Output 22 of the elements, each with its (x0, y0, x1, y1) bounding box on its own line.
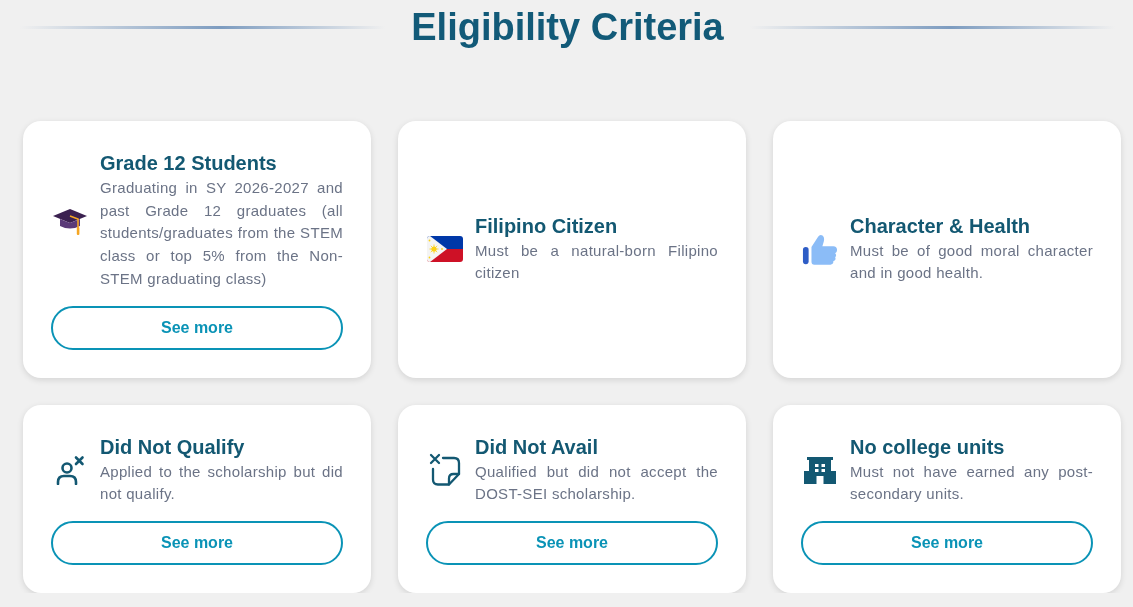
building-icon (804, 456, 836, 484)
card-title: Did Not Avail (475, 434, 599, 459)
note-x-icon (429, 453, 461, 488)
card-title: Filipino Citizen (475, 213, 619, 238)
card-description: Applied to the scholarship but did not qualify. (100, 461, 343, 505)
card-description: Must not have earned any post-secondary units. (850, 461, 1093, 505)
person-x-icon (55, 455, 85, 486)
flag-icon (427, 236, 463, 263)
card-description: Graduating in SY 2026-2027 and past Grade 12 graduates (all students/graduates from the STEM class or top 5% from the Non-STEM graduating class) (100, 178, 343, 289)
card-title: Grade 12 Students (100, 151, 278, 175)
card-title: No college units (850, 434, 1006, 459)
see-more-button[interactable]: See more (51, 305, 343, 350)
card-title: Did Not Qualify (100, 434, 246, 459)
thumbs-up-icon (802, 232, 838, 267)
see-more-button[interactable]: See more (51, 520, 343, 565)
section-heading: Eligibility Criteria (411, 5, 724, 50)
card-description: Must be of good moral character and in good health. (850, 240, 1093, 284)
card-description: Must be a natural-born Filipino citizen (475, 240, 718, 284)
card-description: Qualified but did not accept the DOST-SEI scholarship. (475, 461, 718, 505)
see-more-button[interactable]: See more (426, 520, 718, 565)
card-title: Character & Health (850, 213, 1032, 238)
see-more-button[interactable]: See more (801, 520, 1093, 565)
